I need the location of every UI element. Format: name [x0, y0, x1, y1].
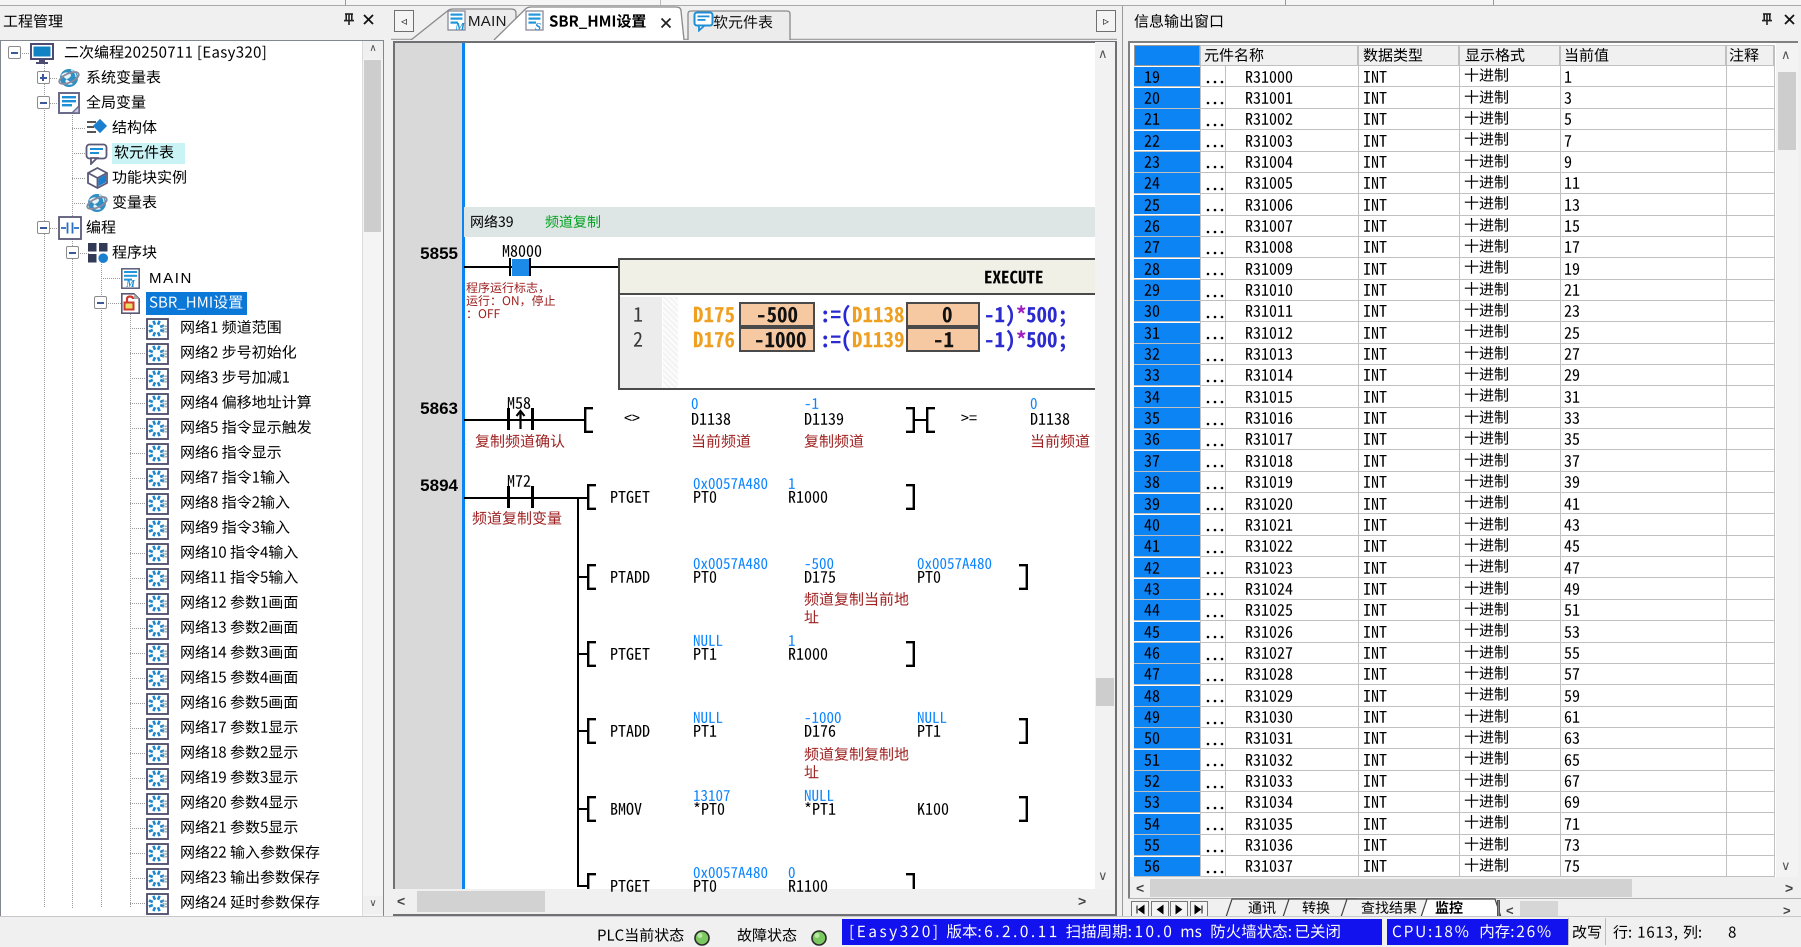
svg-text:M: M — [454, 21, 466, 32]
svg-text:M: M — [125, 279, 136, 289]
svg-text:S: S — [535, 21, 541, 32]
